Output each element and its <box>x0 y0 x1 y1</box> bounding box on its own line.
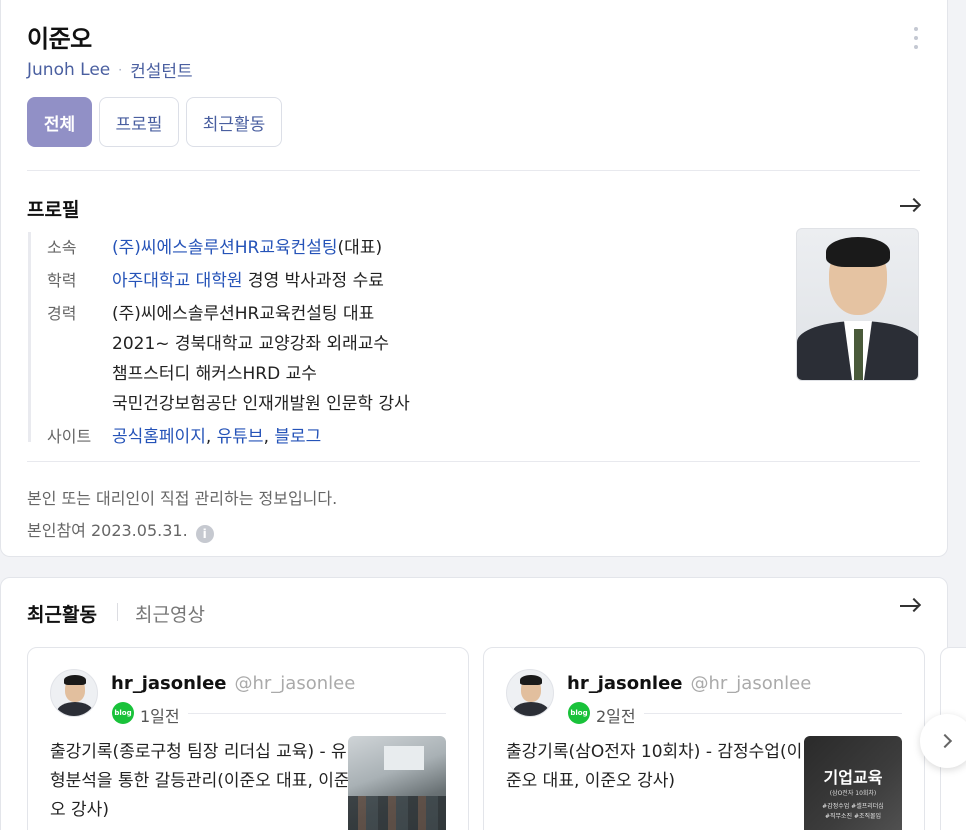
post-author: hr_jasonlee @hr_jasonlee <box>111 673 356 694</box>
affiliation-suffix: (대표) <box>337 238 383 258</box>
profile-photo[interactable] <box>796 228 919 381</box>
post-text: 출강기록(종로구청 팀장 리더십 교육) - 유형분석을 통한 갈등관리(이준오… <box>50 742 350 820</box>
person-subtitle: Junoh Lee · 컨설턴트 <box>27 57 193 83</box>
avatar <box>506 669 554 717</box>
managed-notice: 본인 또는 대리인이 직접 관리하는 정보입니다. <box>27 489 338 508</box>
profile-section-title: 프로필 <box>27 199 80 221</box>
career-item: 국민건강보험공단 인재개발원 인문학 강사 <box>112 394 410 414</box>
site-links: 공식홈페이지, 유튜브, 블로그 <box>112 427 322 447</box>
tab-all[interactable]: 전체 <box>27 97 92 147</box>
career-item: (주)씨에스솔루션HR교육컨설팅 대표 <box>112 304 375 324</box>
career-item: 챔프스터디 해커스HRD 교수 <box>112 364 317 384</box>
tab-recent-activity[interactable]: 최근활동 <box>186 97 282 147</box>
divider <box>27 170 920 171</box>
education-value: 아주대학교 대학원 경영 박사과정 수료 <box>112 266 384 291</box>
career-label: 경력 <box>47 304 77 323</box>
avatar <box>50 669 98 717</box>
affiliation-link[interactable]: (주)씨에스솔루션HR교육컨설팅 <box>112 238 338 258</box>
education-link[interactable]: 아주대학교 대학원 <box>112 271 243 291</box>
site-label: 사이트 <box>47 427 92 446</box>
post-time: 2일전 <box>596 707 636 726</box>
arrow-right-icon[interactable] <box>900 597 922 613</box>
person-role: 컨설턴트 <box>130 62 193 82</box>
post-text: 출강기록(삼O전자 10회차) - 감정수업(이준오 대표, 이준오 강사) <box>506 742 803 791</box>
separator: · <box>118 62 123 77</box>
blog-icon: blog <box>112 702 134 724</box>
participation-date: 본인참여 2023.05.31. i <box>27 517 214 543</box>
tab-recent-activity-section[interactable]: 최근활동 <box>27 600 97 627</box>
affiliation-label: 소속 <box>47 238 77 257</box>
tab-recent-videos[interactable]: 최근영상 <box>135 600 205 627</box>
post-thumbnail[interactable]: 기업교육 (삼O전자 10회차) #감정수업 #셀프리더십 #직무소진 #조직몰입 <box>804 736 902 830</box>
profile-left-rule <box>28 232 31 442</box>
more-options-icon[interactable] <box>908 27 924 49</box>
homepage-link[interactable]: 공식홈페이지 <box>112 427 206 447</box>
post-time: 1일전 <box>140 707 180 726</box>
info-icon[interactable]: i <box>195 525 214 543</box>
english-name: Junoh Lee <box>27 59 111 80</box>
tab-profile[interactable]: 프로필 <box>99 97 179 147</box>
carousel-next-button[interactable] <box>920 714 966 768</box>
activity-post[interactable]: hr_jasonlee @hr_jasonlee blog 1일전 출강기록(종로… <box>27 647 469 830</box>
blog-icon: blog <box>568 702 590 724</box>
youtube-link[interactable]: 유튜브 <box>217 427 264 447</box>
blog-link[interactable]: 블로그 <box>274 427 321 447</box>
post-thumbnail[interactable] <box>348 736 446 830</box>
chevron-right-icon <box>937 733 953 749</box>
education-suffix: 경영 박사과정 수료 <box>242 271 384 291</box>
career-item: 2021~ 경북대학교 교양강좌 외래교수 <box>112 334 390 354</box>
post-author: hr_jasonlee @hr_jasonlee <box>567 673 812 694</box>
tab-separator <box>117 603 118 621</box>
person-name: 이준오 <box>27 25 92 53</box>
education-label: 학력 <box>47 271 77 290</box>
affiliation-value: (주)씨에스솔루션HR교육컨설팅(대표) <box>112 233 382 258</box>
activity-post[interactable]: hr_jasonlee @hr_jasonlee blog 2일전 출강기록(삼O… <box>483 647 925 830</box>
arrow-right-icon[interactable] <box>900 197 922 213</box>
divider <box>27 461 920 462</box>
